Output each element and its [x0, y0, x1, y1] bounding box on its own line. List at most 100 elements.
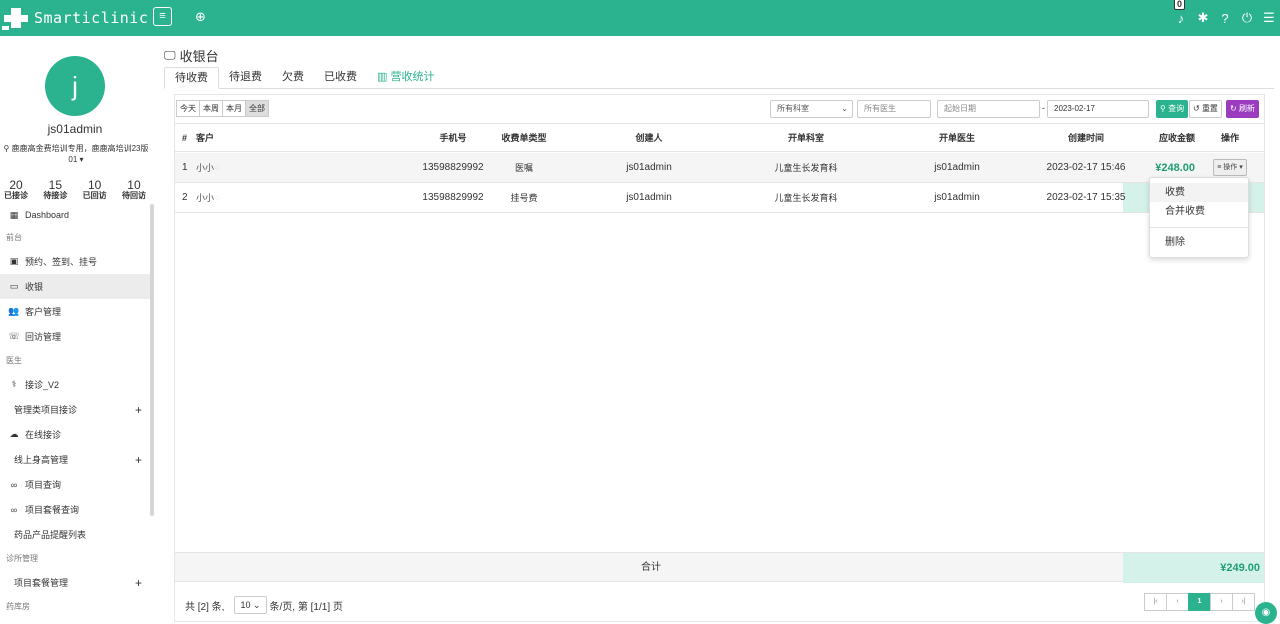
first-page-icon[interactable]: |‹: [1144, 593, 1167, 611]
sidebar-item-mgmt-project[interactable]: 管理类项目接诊 +: [0, 397, 150, 422]
stat-received[interactable]: 20 已接诊: [4, 179, 28, 200]
prev-page-icon[interactable]: ‹: [1166, 593, 1189, 611]
header-num: #: [182, 132, 188, 143]
sidebar-item-package-query[interactable]: ∞ 项目套餐查询: [0, 497, 150, 522]
sidebar-item-cashier[interactable]: ▭ 收银: [0, 274, 150, 299]
avatar[interactable]: j: [45, 56, 105, 116]
tab-arrears[interactable]: 欠费: [272, 67, 314, 89]
stat-to-follow[interactable]: 10 待回访: [122, 179, 146, 200]
sidebar-item-appointment[interactable]: ▣ 预约、签到、挂号: [0, 249, 150, 274]
menu-toggle-button[interactable]: ≡: [153, 7, 172, 26]
total-amount: ¥249.00: [1123, 553, 1264, 583]
menu-item-delete[interactable]: 删除: [1150, 233, 1248, 252]
header-op: 操作: [1220, 133, 1239, 143]
section-clinic: 诊所管理: [6, 554, 38, 563]
refresh-button[interactable]: ↻ 刷新: [1226, 100, 1259, 118]
row-customer[interactable]: 小小 ◌: [196, 183, 220, 212]
cloud-icon: ☁: [9, 429, 19, 439]
dashboard-icon: ▦: [9, 209, 19, 220]
list-menu-icon[interactable]: ☰: [1258, 10, 1280, 26]
cashier-panel: 今天 本周 本月 全部 所有科室 ⌄ 所有医生 起始日期 - 2023-02-17…: [174, 94, 1265, 622]
sidebar-item-customers[interactable]: 👥 客户管理: [0, 299, 150, 324]
brand[interactable]: Smarticlinic: [0, 0, 148, 36]
power-icon[interactable]: ⏻: [1236, 10, 1258, 26]
bell-icon[interactable]: ♪ 0: [1170, 0, 1192, 26]
username: js01admin: [47, 122, 103, 136]
sidebar-item-consult-v2[interactable]: ⚕ 接诊_V2: [0, 372, 150, 397]
table-row[interactable]: 2 小小 ◌ 13598829992 挂号费 js01admin 儿童生长发育科 …: [175, 183, 1264, 213]
sidebar-item-drug-remind[interactable]: 药品产品提醒列表: [0, 522, 150, 547]
expand-plus-icon[interactable]: +: [135, 576, 142, 590]
range-week-button[interactable]: 本周: [199, 100, 223, 117]
header-creator: 创建人: [635, 133, 663, 143]
row-phone: 13598829992: [422, 162, 484, 173]
expand-plus-icon[interactable]: +: [135, 453, 142, 467]
row-type: 挂号费: [510, 193, 538, 203]
end-date-input[interactable]: 2023-02-17: [1047, 100, 1149, 118]
undo-icon: ↺: [1193, 104, 1202, 113]
page-title: 🖵 收银台: [164, 48, 219, 64]
wechat-icon: ◌: [215, 163, 220, 172]
row-dept: 儿童生长发育科: [774, 193, 838, 203]
top-bar: Smarticlinic ≡ ⊕ ♪ 0 ✱ ? ⏻ ☰: [0, 0, 1280, 36]
reset-button[interactable]: ↺ 重置: [1189, 100, 1222, 118]
range-today-button[interactable]: 今天: [176, 100, 200, 117]
stat-followed[interactable]: 10 已回访: [83, 179, 107, 200]
tab-revenue-stats[interactable]: ▥ 营收统计: [367, 67, 444, 89]
sidebar-item-online-height[interactable]: 线上身高管理 +: [0, 447, 150, 472]
binoculars-icon: ∞: [10, 479, 18, 490]
department-select[interactable]: 所有科室 ⌄: [770, 100, 853, 118]
sidebar-item-drugs[interactable]: ▬药品: [0, 618, 150, 624]
chevron-down-icon: ⌄: [252, 600, 261, 610]
range-all-button[interactable]: 全部: [245, 100, 269, 117]
total-label: 合计: [641, 562, 661, 573]
phone-icon: ☏: [8, 331, 20, 341]
caret-down-icon: ▾: [77, 155, 84, 164]
page-button-current[interactable]: 1: [1188, 593, 1211, 611]
page-size-select[interactable]: 10 ⌄: [234, 596, 267, 614]
row-creator: js01admin: [626, 162, 672, 173]
sidebar-item-followup[interactable]: ☏ 回访管理: [0, 324, 150, 349]
menu-item-merge-charge[interactable]: 合并收费: [1150, 202, 1248, 221]
sidebar-item-online-consult[interactable]: ☁ 在线接诊: [0, 422, 150, 447]
expand-plus-icon[interactable]: +: [135, 403, 142, 417]
row-doctor: js01admin: [934, 162, 980, 173]
row-actions-button[interactable]: ≡ 操作 ▾: [1213, 159, 1247, 176]
gear-icon[interactable]: ✱: [1192, 10, 1214, 26]
header-type: 收费单类型: [501, 133, 547, 143]
stats-bar: 20 已接诊 15 待接诊 10 已回访 10 待回访: [0, 179, 150, 200]
stethoscope-icon: ⚕: [11, 379, 17, 389]
query-button[interactable]: ⚲ 查询: [1156, 100, 1189, 118]
doctor-input[interactable]: 所有医生: [857, 100, 931, 118]
pager: |‹ ‹ 1 › ›|: [1144, 593, 1255, 611]
menu-item-charge[interactable]: 收费: [1150, 183, 1248, 202]
pagination-info: 共 [2] 条, 10 ⌄ 条/页, 第 [1/1] 页: [185, 596, 343, 614]
sidebar-item-dashboard[interactable]: ▦ Dashboard: [0, 204, 150, 226]
tab-pending-refund[interactable]: 待退费: [219, 67, 272, 89]
row-actions-dropdown: 收费 合并收费 删除: [1149, 177, 1249, 258]
notification-badge: 0: [1174, 0, 1186, 10]
table-row[interactable]: 1 小小 ◌ 13598829992 医嘱 js01admin 儿童生长发育科 j…: [175, 153, 1264, 183]
next-page-icon[interactable]: ›: [1210, 593, 1233, 611]
start-date-input[interactable]: 起始日期: [937, 100, 1040, 118]
header-customer: 客户: [196, 133, 215, 143]
stat-waiting[interactable]: 15 待接诊: [43, 179, 67, 200]
globe-icon[interactable]: ⊕: [195, 9, 206, 25]
sidebar-item-project-query[interactable]: ∞ 项目查询: [0, 472, 150, 497]
chat-icon[interactable]: ◉: [1255, 602, 1277, 624]
tab-pending-charge[interactable]: 待收费: [164, 67, 219, 89]
sidebar: j js01admin ⚲ 鹿鹿高金费培训专用，鹿鹿高培训23版01 ▾ 20 已…: [0, 36, 154, 624]
help-icon[interactable]: ?: [1214, 11, 1236, 26]
location-icon: ⚲: [3, 144, 12, 153]
range-month-button[interactable]: 本月: [222, 100, 246, 117]
tab-charged[interactable]: 已收费: [314, 67, 367, 89]
money-icon: ▭: [9, 281, 19, 291]
section-doctor: 医生: [6, 356, 22, 365]
sidebar-item-package-mgmt[interactable]: 项目套餐管理 +: [0, 570, 150, 595]
binoculars-icon: ∞: [10, 504, 18, 515]
date-range-group: 今天 本周 本月 全部: [176, 100, 269, 117]
last-page-icon[interactable]: ›|: [1232, 593, 1255, 611]
row-customer[interactable]: 小小 ◌: [196, 153, 220, 182]
clinic-selector[interactable]: ⚲ 鹿鹿高金费培训专用，鹿鹿高培训23版01 ▾: [2, 143, 150, 165]
chevron-down-icon: ⌄: [841, 104, 848, 113]
